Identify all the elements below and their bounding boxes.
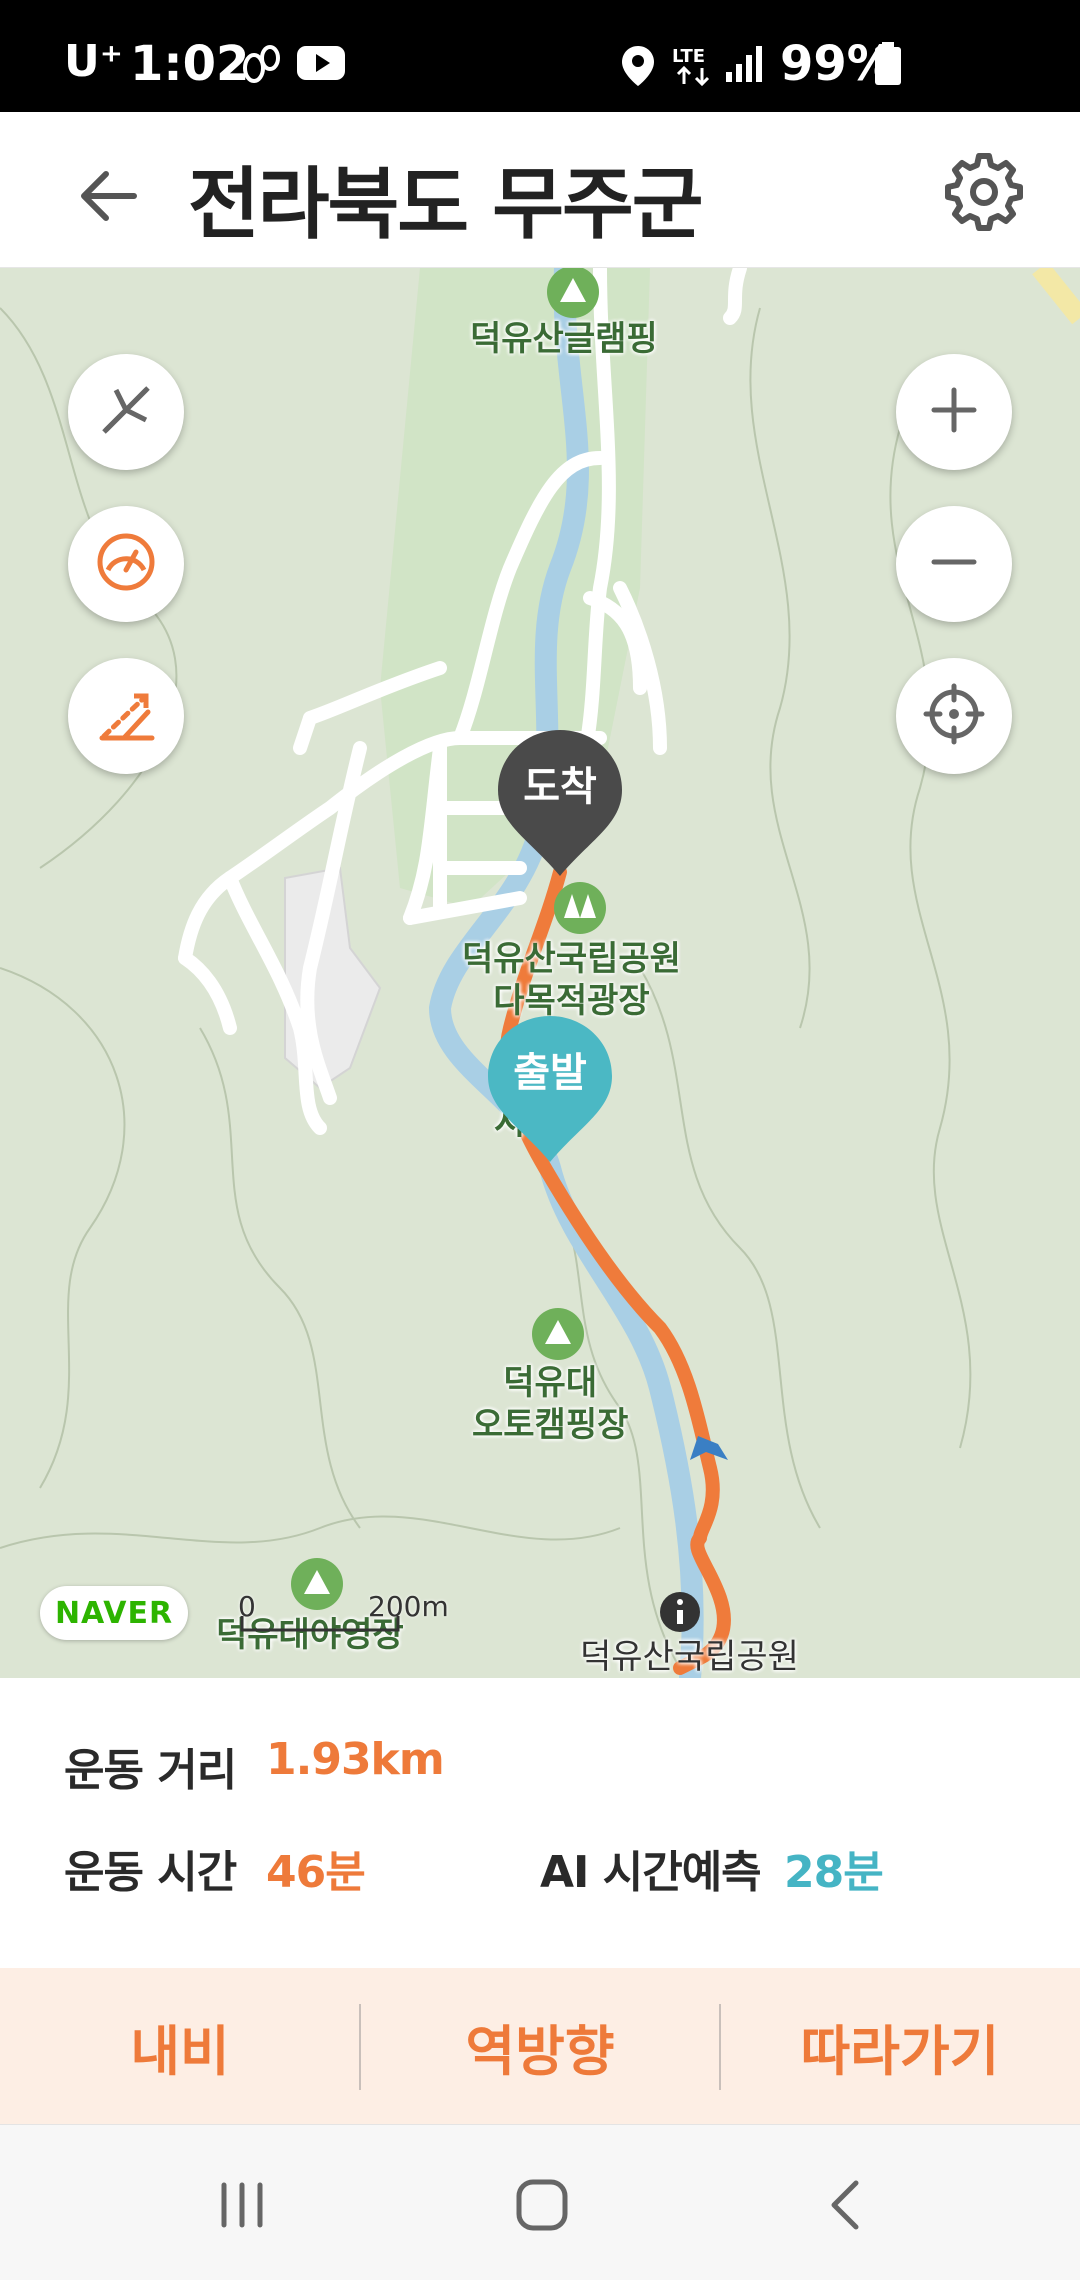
distance-value: 1.93km: [266, 1734, 445, 1785]
campsite-icon: [532, 1308, 584, 1360]
signal-icon: [724, 44, 764, 88]
speedometer-button[interactable]: [68, 506, 184, 622]
distance-label: 운동 거리: [64, 1745, 237, 1796]
zoom-out-button[interactable]: [896, 506, 1012, 622]
location-icon: [620, 44, 656, 92]
arrival-pin-label: 도착: [523, 764, 597, 810]
map-label-line: 오토캠핑장: [472, 1405, 629, 1445]
reverse-direction-button[interactable]: 역방향: [360, 1968, 720, 2124]
map-label-line: 덕유대: [503, 1363, 598, 1403]
park-icon: [554, 882, 606, 934]
map-label-park-info: 덕유산국립공원: [580, 1637, 799, 1677]
departure-pin[interactable]: 출발: [486, 1014, 614, 1164]
compass-off-icon: [96, 380, 156, 444]
locate-button[interactable]: [896, 658, 1012, 774]
top-app-bar: 전라북도 무주군: [0, 112, 1080, 268]
lte-icon: LTE: [672, 44, 716, 92]
time-label: 운동 시간: [64, 1847, 237, 1898]
zoom-out-icon: [928, 536, 980, 592]
recent-apps-icon[interactable]: [202, 2165, 282, 2245]
ai-time-value: 28분: [784, 1847, 884, 1898]
svg-text:LTE: LTE: [672, 46, 705, 67]
map-label-line: 덕유산국립공원: [462, 939, 681, 979]
campsite-icon: [547, 268, 599, 318]
map-view[interactable]: 덕유산글램핑 덕유산국립공원 다목적광장 시 덕유대 오토캠핑장 덕유대야영장 …: [0, 268, 1080, 1678]
steps-icon: [238, 44, 284, 88]
gear-icon[interactable]: [944, 152, 1024, 232]
departure-pin-label: 출발: [513, 1050, 587, 1096]
zoom-in-button[interactable]: [896, 354, 1012, 470]
back-icon[interactable]: [806, 2165, 886, 2245]
elevation-button[interactable]: [68, 658, 184, 774]
follow-button[interactable]: 따라가기: [720, 1968, 1080, 2124]
locate-icon: [922, 682, 986, 750]
campsite-icon: [291, 1558, 343, 1610]
workout-summary-panel: 운동 거리 1.93km 운동 시간 46분 AI 시간예측 28분: [0, 1678, 1080, 1968]
action-bar: 내비 역방향 따라가기: [0, 1968, 1080, 2124]
carrier-label: U⁺: [64, 36, 123, 87]
youtube-icon: [296, 44, 346, 86]
compass-off-button[interactable]: [68, 354, 184, 470]
back-arrow-icon[interactable]: [70, 156, 150, 236]
system-nav-bar: [0, 2124, 1080, 2280]
time-value: 46분: [266, 1847, 366, 1898]
status-time: 1:02: [130, 36, 250, 92]
map-label-glamping: 덕유산글램핑: [470, 319, 658, 359]
zoom-in-icon: [928, 384, 980, 440]
home-icon[interactable]: [502, 2165, 582, 2245]
elevation-icon: [94, 682, 158, 750]
battery-icon: [874, 42, 902, 90]
ai-time-label: AI 시간예측: [540, 1847, 762, 1898]
arrival-pin[interactable]: 도착: [496, 728, 624, 878]
status-bar: U⁺ 1:02 LTE 99%: [0, 0, 1080, 112]
scale-bar: [240, 1614, 400, 1644]
speedometer-icon: [94, 530, 158, 598]
map-label-park-plaza: 덕유산국립공원 다목적광장: [462, 938, 681, 1022]
info-icon: [660, 1592, 700, 1632]
navi-button[interactable]: 내비: [0, 1968, 360, 2124]
map-label-autocamp: 덕유대 오토캠핑장: [472, 1362, 628, 1446]
naver-logo: NAVER: [40, 1586, 188, 1640]
page-title: 전라북도 무주군: [188, 160, 703, 250]
